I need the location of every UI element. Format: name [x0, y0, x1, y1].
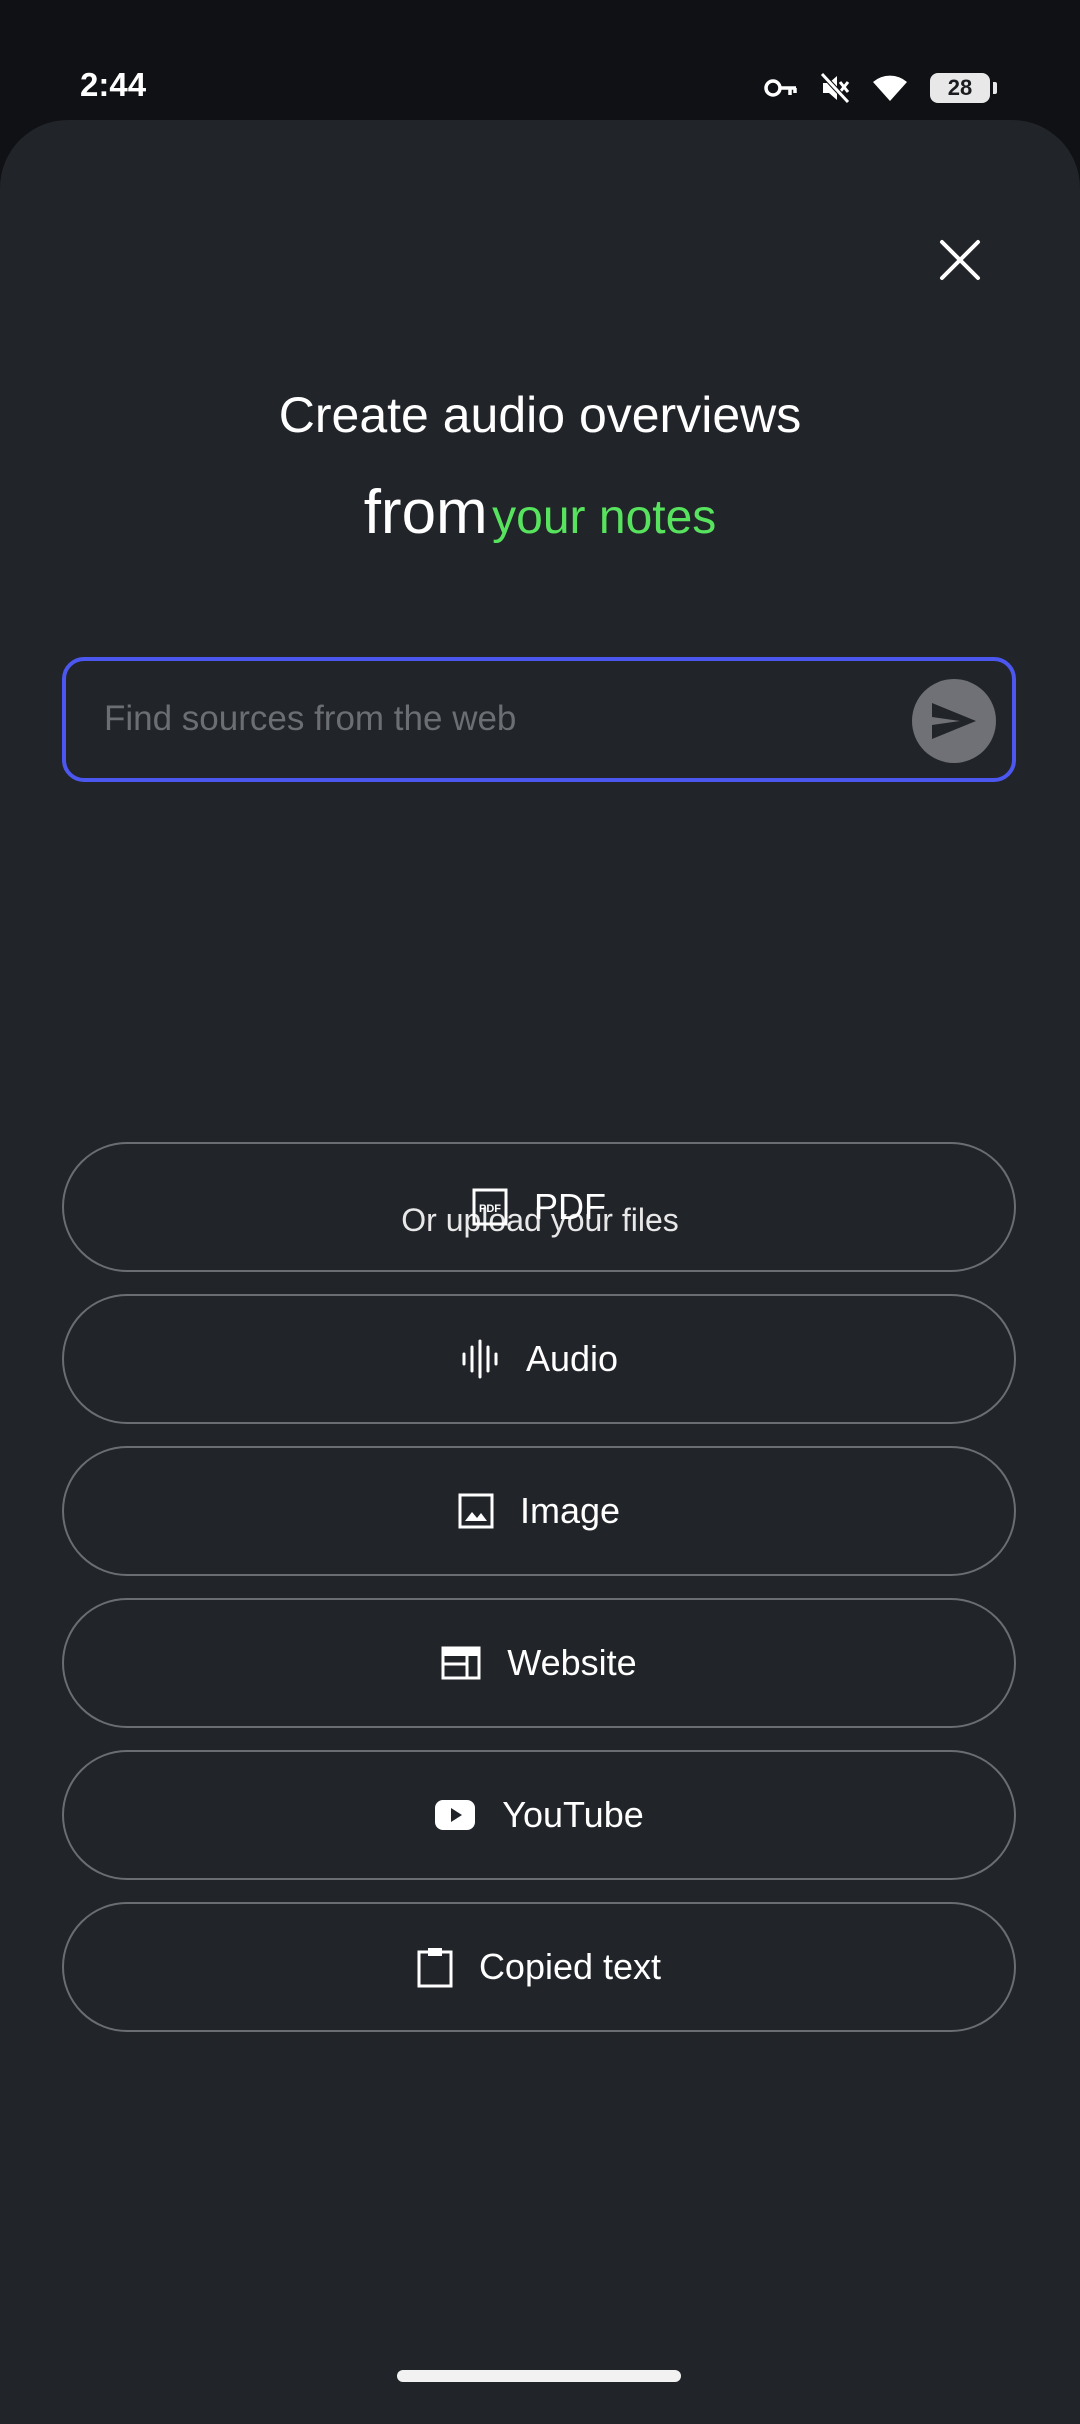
- status-icons: 28: [764, 68, 997, 108]
- svg-text:PDF: PDF: [479, 1203, 501, 1215]
- battery-icon: 28: [930, 73, 997, 103]
- upload-youtube-button[interactable]: YouTube: [62, 1750, 1016, 1880]
- pdf-icon: PDF: [472, 1188, 508, 1226]
- upload-pdf-button[interactable]: PDF PDF: [62, 1142, 1016, 1272]
- upload-website-button[interactable]: Website: [62, 1598, 1016, 1728]
- subtitle-accent: your notes: [492, 491, 717, 544]
- audio-waveform-icon: [460, 1339, 500, 1379]
- close-button[interactable]: [928, 228, 992, 292]
- upload-pdf-label: PDF: [534, 1186, 606, 1227]
- status-time: 2:44: [80, 66, 147, 103]
- page-title: Create audio overviews: [278, 387, 802, 443]
- website-icon: [441, 1646, 481, 1680]
- upload-image-label: Image: [519, 1490, 621, 1531]
- upload-image-button[interactable]: Image: [62, 1446, 1016, 1576]
- upload-youtube-label: YouTube: [502, 1794, 644, 1835]
- send-button[interactable]: [912, 679, 996, 763]
- page-subtitle: from your notes: [0, 482, 1080, 544]
- upload-copied-text-label: Copied text: [478, 1946, 662, 1987]
- wifi-icon: [872, 73, 908, 103]
- subtitle-prefix: from: [363, 478, 488, 547]
- search-input[interactable]: [104, 687, 884, 751]
- upload-copied-text-button[interactable]: Copied text: [62, 1902, 1016, 2032]
- battery-level: 28: [947, 75, 973, 100]
- status-bar: 2:44 28: [0, 0, 1080, 120]
- search-box: [62, 657, 1016, 782]
- upload-audio-label: Audio: [525, 1338, 619, 1379]
- image-icon: [458, 1493, 494, 1529]
- youtube-icon: [434, 1799, 476, 1831]
- upload-website-label: Website: [507, 1642, 637, 1683]
- bottom-sheet: Create audio overviews from your notes O…: [0, 120, 1080, 2424]
- home-indicator[interactable]: [397, 2370, 681, 2382]
- upload-audio-button[interactable]: Audio: [62, 1294, 1016, 1424]
- vpn-key-icon: [764, 76, 798, 100]
- close-icon: [940, 240, 980, 280]
- clipboard-icon: [417, 1946, 453, 1988]
- mute-icon: [820, 72, 850, 104]
- send-icon: [932, 703, 976, 739]
